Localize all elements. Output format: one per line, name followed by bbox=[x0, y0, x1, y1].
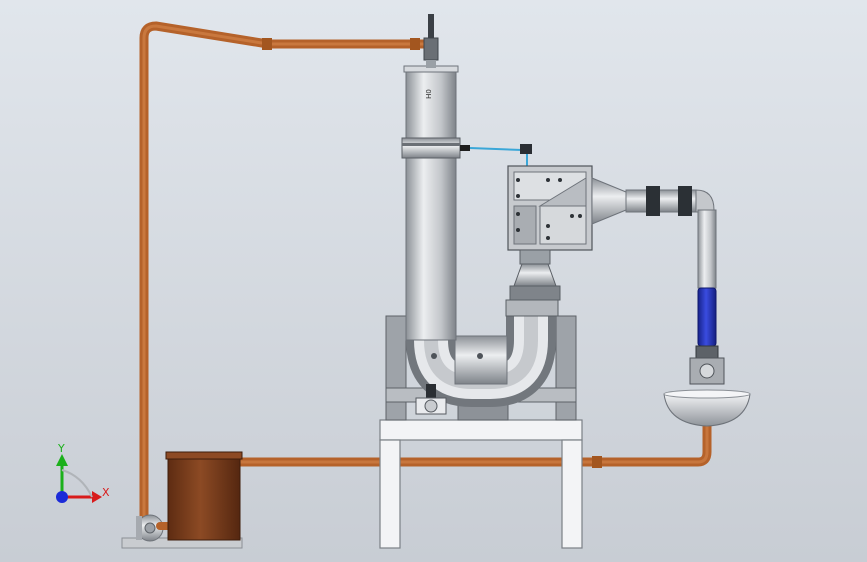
x-axis-label: X bbox=[102, 486, 110, 499]
column-label: H0 bbox=[425, 89, 433, 99]
pump-shaft bbox=[144, 522, 156, 534]
u-bend-center-flange bbox=[454, 335, 508, 385]
tank-rim bbox=[165, 451, 243, 460]
sensor-fitting bbox=[520, 144, 532, 154]
z-axis-icon bbox=[56, 491, 68, 503]
chamber-side-plate bbox=[513, 205, 537, 245]
assembly-drawing: H0 Y X bbox=[0, 0, 867, 562]
pipe-coupling bbox=[262, 38, 272, 50]
clamp-band bbox=[402, 143, 460, 146]
flexible-hose bbox=[697, 287, 717, 347]
pipe-coupling bbox=[592, 456, 602, 468]
cad-viewport[interactable]: H0 Y X bbox=[0, 0, 867, 562]
pipe-union bbox=[678, 186, 692, 216]
pipe-union bbox=[646, 186, 660, 216]
bolt bbox=[477, 353, 483, 359]
reservoir-tank[interactable] bbox=[165, 451, 243, 541]
sensor-port bbox=[460, 145, 470, 151]
top-valve-nipple bbox=[426, 60, 436, 68]
pipe-coupling bbox=[410, 38, 420, 50]
bolt bbox=[431, 353, 437, 359]
pipe-drop bbox=[697, 209, 717, 289]
top-valve-body bbox=[423, 37, 439, 61]
pump-mount bbox=[136, 516, 142, 540]
top-valve-stem bbox=[428, 14, 434, 38]
column-clamp bbox=[401, 137, 461, 159]
y-axis-label: Y bbox=[57, 442, 65, 455]
